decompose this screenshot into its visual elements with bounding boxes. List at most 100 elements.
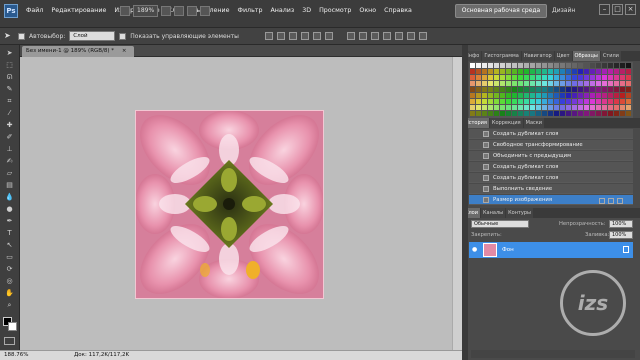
color-swatch[interactable] [500,99,505,104]
color-swatch[interactable] [596,99,601,104]
crop-tool-icon[interactable]: ⌗ [3,97,16,106]
color-swatch[interactable] [500,63,505,68]
color-swatch[interactable] [470,63,475,68]
color-swatch[interactable] [470,105,475,110]
shape-tool-icon[interactable]: ▭ [3,253,16,262]
tab-styles[interactable]: Стили [600,51,621,61]
color-swatch[interactable] [518,63,523,68]
color-swatch[interactable] [548,63,553,68]
color-swatch[interactable] [506,63,511,68]
color-swatch[interactable] [626,81,631,86]
color-swatch[interactable] [566,69,571,74]
brush-tool-icon[interactable]: ✐ [3,133,16,142]
color-swatch[interactable] [596,63,601,68]
color-swatch[interactable] [578,69,583,74]
zoom-tool-icon[interactable]: ⌕ [3,301,16,310]
color-swatch[interactable] [572,63,577,68]
color-swatch[interactable] [560,63,565,68]
opacity-input[interactable]: 100% [609,220,633,228]
color-swatch[interactable] [500,93,505,98]
color-swatch[interactable] [548,93,553,98]
color-swatch[interactable] [608,111,613,116]
color-swatch[interactable] [578,75,583,80]
distribute-right-icon[interactable] [406,32,415,40]
color-swatch[interactable] [542,93,547,98]
color-swatch[interactable] [524,99,529,104]
color-swatch[interactable] [536,99,541,104]
color-swatch[interactable] [590,75,595,80]
color-swatch[interactable] [542,75,547,80]
color-swatch[interactable] [620,69,625,74]
tab-channels[interactable]: Каналы [481,208,506,218]
show-controls-checkbox[interactable] [119,32,127,40]
color-swatch[interactable] [530,93,535,98]
color-swatch[interactable] [596,87,601,92]
color-swatch[interactable] [524,105,529,110]
color-swatch[interactable] [476,69,481,74]
color-swatch[interactable] [584,75,589,80]
color-swatch[interactable] [488,111,493,116]
color-swatch[interactable] [626,111,631,116]
color-swatch[interactable] [482,105,487,110]
color-swatch[interactable] [470,93,475,98]
color-swatch[interactable] [470,75,475,80]
color-swatch[interactable] [578,87,583,92]
history-item[interactable]: Выполнить сведение [469,184,633,194]
new-snapshot-icon[interactable] [599,198,605,204]
color-swatch[interactable] [482,75,487,80]
pen-tool-icon[interactable]: ✒ [3,217,16,226]
color-swatch[interactable] [506,105,511,110]
menu-3d[interactable]: 3D [298,4,315,18]
align-vcenter-icon[interactable] [276,32,285,40]
color-swatch[interactable] [494,93,499,98]
color-swatch[interactable] [590,105,595,110]
distribute-hcenter-icon[interactable] [394,32,403,40]
color-swatch[interactable] [506,93,511,98]
eyedropper-tool-icon[interactable]: ⁄ [3,109,16,118]
color-swatch[interactable] [476,63,481,68]
color-swatch[interactable] [542,111,547,116]
color-swatch[interactable] [554,63,559,68]
color-swatch[interactable] [482,81,487,86]
color-swatch[interactable] [542,69,547,74]
color-swatch[interactable] [602,75,607,80]
color-swatch[interactable] [470,111,475,116]
color-swatch[interactable] [482,69,487,74]
color-swatch[interactable] [578,63,583,68]
menu-view[interactable]: Просмотр [315,4,355,18]
color-swatch[interactable] [512,69,517,74]
color-swatch[interactable] [560,81,565,86]
color-swatch[interactable] [476,87,481,92]
color-swatch[interactable] [590,111,595,116]
blur-tool-icon[interactable]: 💧 [3,193,16,202]
color-swatch[interactable] [608,81,613,86]
color-swatch[interactable] [488,75,493,80]
autoselect-checkbox[interactable] [18,32,25,40]
color-swatch[interactable] [572,99,577,104]
color-swatch[interactable] [548,69,553,74]
color-swatch[interactable] [554,111,559,116]
color-swatch[interactable] [614,93,619,98]
color-swatch[interactable] [608,93,613,98]
color-swatch[interactable] [596,111,601,116]
color-swatch[interactable] [584,93,589,98]
color-swatch[interactable] [620,111,625,116]
color-swatch[interactable] [506,99,511,104]
history-item[interactable]: Создать дубликат слоя [469,173,633,183]
color-swatch[interactable] [602,111,607,116]
dodge-tool-icon[interactable]: ● [3,205,16,214]
color-swatch[interactable] [536,111,541,116]
rotate-view-icon[interactable] [187,5,198,16]
color-swatch[interactable] [494,99,499,104]
tab-histogram[interactable]: Гистограмма [482,51,521,61]
color-swatch[interactable] [536,81,541,86]
color-swatch[interactable] [518,75,523,80]
color-swatch[interactable] [530,69,535,74]
color-swatch[interactable] [560,99,565,104]
color-swatch[interactable] [572,87,577,92]
distribute-bottom-icon[interactable] [370,32,379,40]
color-swatch[interactable] [614,99,619,104]
minimize-icon[interactable]: – [599,4,610,15]
distribute-left-icon[interactable] [382,32,391,40]
hand-tool-icon[interactable]: ✋ [3,289,16,298]
